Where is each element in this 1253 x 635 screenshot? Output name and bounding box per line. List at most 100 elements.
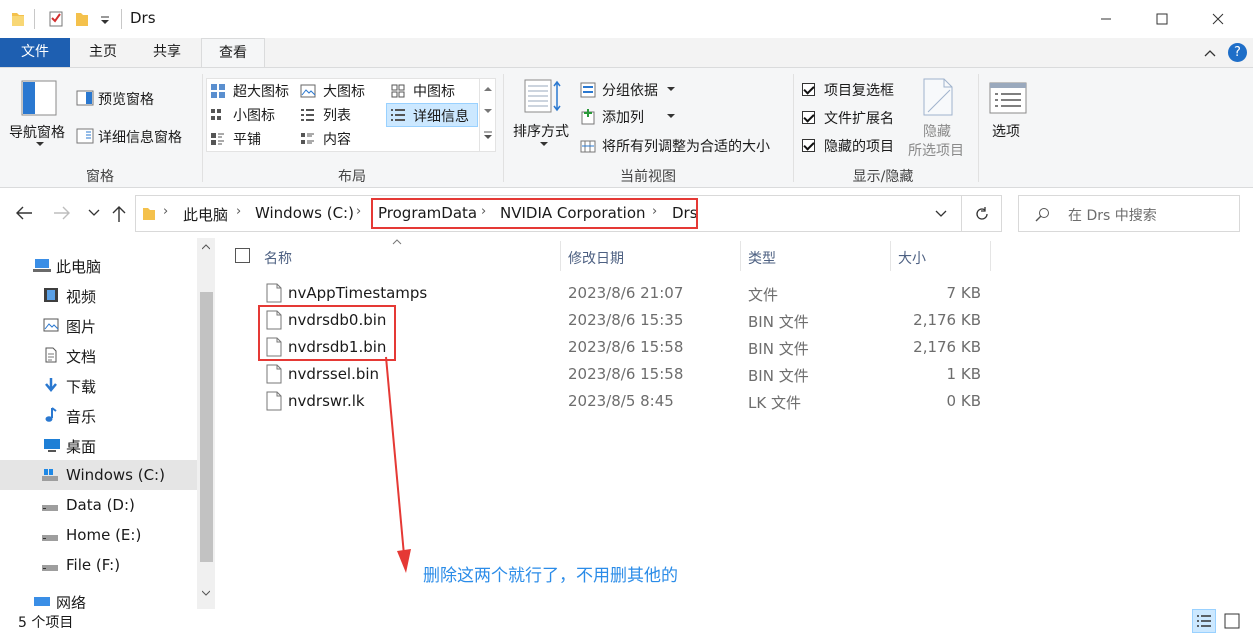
search-placeholder: 在 Drs 中搜索 [1068,208,1157,224]
minimize-icon [1101,18,1111,20]
checkbox-checked-icon [802,83,815,96]
file-date: 2023/8/5 8:45 [568,392,674,410]
maximize-button[interactable] [1139,0,1185,38]
select-all-checkbox[interactable] [235,248,250,263]
hidden-items-label: 隐藏的项目 [824,139,894,155]
scroll-up-icon[interactable] [202,244,210,250]
file-extensions-label: 文件扩展名 [824,111,894,127]
checkbox-checked-icon [802,111,815,124]
address-dropdown-icon[interactable] [935,210,947,218]
layout-large-icons[interactable]: 大图标 [300,80,380,102]
breadcrumb-this-pc[interactable]: 此电脑 [183,204,228,225]
nav-item-file-f[interactable]: File (F:) [0,550,197,580]
properties-icon[interactable] [48,10,64,28]
nav-item-documents[interactable]: 文档 [0,340,197,370]
group-by-icon [580,82,596,98]
collapse-ribbon-icon[interactable] [1203,47,1217,59]
tab-home[interactable]: 主页 [80,38,126,67]
file-type: 文件 [748,286,779,304]
layout-list[interactable]: 列表 [300,104,380,126]
nav-item-home-e[interactable]: Home (E:) [0,520,197,550]
sort-by-button[interactable]: 排序方式 [508,76,578,162]
navigation-pane-icon [21,80,57,116]
file-row[interactable]: nvAppTimestamps 2023/8/6 21:07 文件 7 KB [230,280,990,307]
nav-label: 文档 [66,348,97,366]
layout-small-icons[interactable]: 小图标 [210,104,290,126]
search-input[interactable]: 在 Drs 中搜索 [1018,195,1240,232]
sort-ascending-icon [392,239,402,245]
checkbox-checked-icon [802,139,815,152]
preview-pane-button[interactable]: 预览窗格 [76,88,196,110]
file-icon [266,283,282,303]
options-button[interactable]: 选项 [984,76,1034,162]
close-button[interactable] [1195,0,1241,38]
up-icon[interactable] [111,205,127,223]
nav-item-data-d[interactable]: Data (D:) [0,490,197,520]
large-icons-view-button[interactable] [1220,609,1244,633]
minimize-button[interactable] [1083,0,1129,38]
content-icon [301,133,314,144]
item-checkboxes-toggle[interactable]: 项目复选框 [802,79,902,101]
new-folder-icon[interactable] [74,10,90,28]
layout-tiles-label: 平铺 [233,132,261,148]
size-all-columns-button[interactable]: 将所有列调整为合适的大小 [580,135,790,157]
tab-view[interactable]: 查看 [201,38,265,68]
more-icon [484,131,492,139]
layout-medium-icons[interactable]: 中图标 [390,80,470,102]
breadcrumb-windows-c[interactable]: Windows (C:) [255,204,354,222]
large-icons-view-icon [1224,613,1240,629]
video-icon [44,288,58,302]
small-icons-icon [211,109,221,120]
forward-icon[interactable] [52,205,72,221]
layout-content[interactable]: 内容 [300,128,380,150]
layout-group-label: 布局 [338,169,366,185]
nav-label: Windows (C:) [66,466,165,484]
column-header-size[interactable]: 大小 [898,248,926,268]
download-icon [45,378,57,392]
layout-large-label: 大图标 [323,84,365,100]
file-row[interactable]: nvdrswr.lk 2023/8/5 8:45 LK 文件 0 KB [230,388,990,415]
column-header-type[interactable]: 类型 [748,248,776,268]
tab-file[interactable]: 文件 [0,38,70,67]
layout-tiles[interactable]: 平铺 [210,128,290,150]
chevron-down-icon [540,142,548,146]
recent-locations-icon[interactable] [88,209,100,217]
chevron-down-icon [484,109,492,113]
scroll-down-icon[interactable] [202,590,210,596]
navigation-pane: 此电脑 视频 图片 文档 下载 音乐 桌面 Windows (C:) Data … [0,238,215,609]
list-icon [301,109,314,121]
layout-extra-large-icons[interactable]: 超大图标 [210,80,304,102]
nav-item-this-pc[interactable]: 此电脑 [0,250,197,280]
details-pane-button[interactable]: 详细信息窗格 [76,126,200,148]
file-extensions-toggle[interactable]: 文件扩展名 [802,107,902,129]
drive-c-icon [42,469,58,481]
quick-access-dropdown-icon[interactable] [99,14,111,26]
details-view-button[interactable] [1192,609,1216,633]
layout-details[interactable]: 详细信息 [386,103,478,127]
nav-item-pictures[interactable]: 图片 [0,310,197,340]
hide-selected-items-button[interactable]: 隐藏 所选项目 [904,76,974,162]
network-icon [34,597,50,606]
file-row[interactable]: nvdrssel.bin 2023/8/6 15:58 BIN 文件 1 KB [230,361,990,388]
nav-item-downloads[interactable]: 下载 [0,370,197,400]
navigation-pane-button[interactable]: 导航窗格 [5,78,75,164]
nav-item-desktop[interactable]: 桌面 [0,430,197,460]
current-view-group-label: 当前视图 [620,169,676,185]
refresh-button[interactable] [962,195,1002,232]
file-date: 2023/8/6 15:35 [568,311,684,329]
nav-scroll-thumb[interactable] [200,292,213,562]
hidden-items-toggle[interactable]: 隐藏的项目 [802,135,902,157]
group-by-button[interactable]: 分组依据 [580,79,680,101]
nav-item-windows-c[interactable]: Windows (C:) [0,460,197,490]
help-icon[interactable]: ? [1228,43,1247,62]
nav-item-network[interactable]: 网络 [0,590,197,609]
add-columns-icon [581,109,595,125]
nav-item-music[interactable]: 音乐 [0,400,197,430]
column-header-date[interactable]: 修改日期 [568,248,624,268]
column-header-name[interactable]: 名称 [264,248,292,268]
nav-item-videos[interactable]: 视频 [0,280,197,310]
add-columns-button[interactable]: 添加列 [580,106,680,128]
tab-share[interactable]: 共享 [144,38,190,67]
back-icon[interactable] [14,205,34,221]
layout-gallery-scroll[interactable] [479,79,495,151]
